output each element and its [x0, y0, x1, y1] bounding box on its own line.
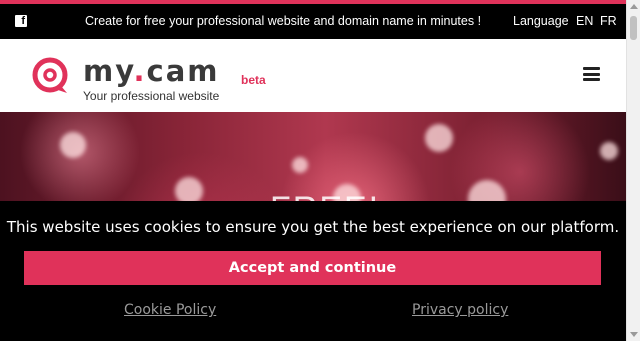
brand-part-my: my	[83, 54, 134, 88]
beta-badge: beta	[241, 73, 266, 87]
bokeh-light	[425, 124, 453, 152]
brand-dot: .	[133, 54, 147, 88]
site-header: my.cam beta Your professional website	[0, 39, 626, 112]
scrollbar-thumb[interactable]	[630, 16, 637, 40]
scroll-down-arrow-icon[interactable]	[630, 332, 638, 337]
cookie-policy-link[interactable]: Cookie Policy	[124, 302, 216, 318]
tagline: Your professional website	[83, 89, 220, 103]
language-fr-link[interactable]: FR	[600, 14, 617, 28]
cookie-message: This website uses cookies to ensure you …	[6, 218, 620, 236]
privacy-policy-link[interactable]: Privacy policy	[412, 302, 508, 318]
scroll-up-arrow-icon[interactable]	[630, 4, 638, 9]
accept-cookies-button[interactable]: Accept and continue	[24, 251, 601, 285]
language-label: Language	[513, 14, 569, 28]
camera-lens-icon[interactable]	[31, 56, 71, 96]
brand-wordmark[interactable]: my.cam	[83, 54, 219, 88]
language-en-link[interactable]: EN	[576, 14, 593, 28]
hamburger-menu-icon[interactable]	[583, 67, 600, 81]
facebook-icon[interactable]: f	[15, 15, 27, 27]
brand-part-cam: cam	[146, 54, 220, 88]
cookie-consent-banner: This website uses cookies to ensure you …	[0, 201, 626, 341]
bokeh-light	[600, 142, 618, 160]
promo-text: Create for free your professional websit…	[85, 14, 482, 28]
page-scrollbar[interactable]	[626, 0, 640, 341]
top-info-bar: f Create for free your professional webs…	[0, 4, 626, 39]
bokeh-light	[292, 157, 308, 173]
bokeh-light	[60, 132, 86, 158]
